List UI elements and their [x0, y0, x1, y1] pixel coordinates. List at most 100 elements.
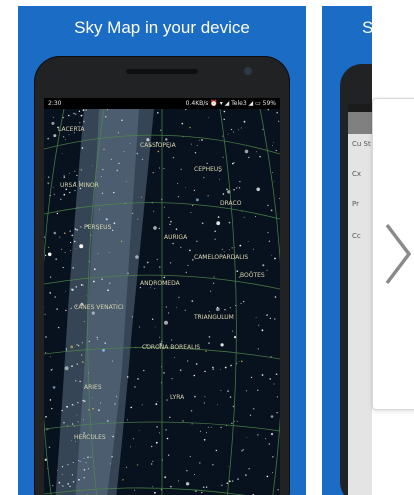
star — [170, 221, 172, 223]
star — [240, 127, 242, 129]
star — [232, 405, 235, 408]
star — [47, 176, 50, 178]
star — [243, 216, 245, 218]
star — [82, 109, 85, 112]
star — [137, 378, 139, 380]
star — [199, 462, 201, 464]
star — [232, 162, 234, 165]
star — [141, 404, 143, 406]
star — [80, 284, 83, 286]
screenshot-caption: Sky Map in your device — [74, 18, 250, 37]
star — [47, 252, 52, 257]
star — [220, 426, 222, 428]
star — [77, 421, 79, 423]
star — [82, 399, 84, 402]
star — [172, 242, 174, 245]
star — [233, 189, 235, 191]
star — [199, 430, 201, 432]
star — [174, 357, 175, 358]
star — [256, 187, 260, 192]
star — [242, 300, 245, 303]
star — [49, 292, 51, 294]
star — [55, 258, 58, 261]
star — [71, 403, 74, 406]
star — [153, 226, 157, 230]
constellation-label: TRIANGULUM — [193, 314, 234, 321]
sky-map-view[interactable]: LACERTA CASSIOPEIA CEPHEUS URSA MINOR DRACO P… — [44, 109, 280, 495]
star — [261, 329, 264, 332]
star — [202, 486, 205, 489]
star — [186, 470, 188, 472]
screenshot-card-1[interactable]: Sky Map in your device 2:30 0.4KB/s ⏰ ▾ … — [18, 6, 306, 495]
star — [209, 311, 211, 312]
star — [158, 227, 160, 230]
next-screenshot-button[interactable] — [372, 98, 414, 410]
star — [228, 221, 231, 224]
star — [68, 172, 70, 174]
star — [196, 145, 198, 146]
star — [76, 344, 78, 346]
status-time: 2:30 — [48, 100, 62, 107]
star — [116, 396, 118, 398]
star — [50, 356, 52, 358]
star — [169, 262, 172, 264]
star — [91, 311, 95, 315]
star — [185, 482, 190, 486]
star — [194, 152, 197, 154]
star — [53, 134, 57, 138]
star — [77, 401, 79, 404]
star — [72, 267, 74, 269]
star — [85, 462, 87, 464]
star — [140, 196, 143, 198]
chevron-right-icon — [385, 223, 412, 285]
star — [50, 369, 52, 371]
star — [137, 218, 139, 220]
star — [226, 188, 228, 191]
star — [67, 483, 69, 485]
star — [74, 426, 75, 427]
constellation-label: ANDROMEDA — [140, 280, 181, 287]
star — [116, 169, 119, 172]
star — [83, 468, 86, 471]
star — [66, 405, 68, 408]
star — [101, 192, 104, 194]
star — [78, 479, 80, 481]
star — [106, 420, 109, 422]
star — [100, 402, 102, 404]
star — [109, 463, 111, 465]
star — [274, 257, 276, 260]
star — [253, 248, 255, 250]
star — [79, 244, 84, 249]
star — [91, 165, 93, 167]
star — [78, 110, 81, 112]
star — [238, 129, 240, 131]
star — [207, 195, 209, 197]
star — [268, 240, 270, 242]
star — [56, 308, 58, 310]
star — [193, 189, 195, 191]
star — [79, 168, 81, 170]
star — [93, 280, 95, 283]
star — [177, 480, 180, 482]
screenshot-card-2[interactable]: S Cu St Cx Pr Cc — [322, 6, 372, 495]
star — [153, 210, 155, 212]
star — [126, 376, 129, 378]
star — [81, 169, 83, 171]
star — [125, 181, 127, 182]
star — [212, 366, 214, 369]
star — [63, 136, 65, 138]
star — [166, 399, 168, 401]
star — [74, 189, 76, 192]
star — [79, 460, 81, 462]
star — [273, 180, 275, 182]
star — [165, 428, 167, 431]
star — [226, 482, 229, 485]
star — [236, 420, 238, 422]
star — [61, 466, 64, 468]
settings-row: Cu St — [352, 140, 371, 148]
star — [270, 209, 273, 212]
star — [220, 343, 224, 347]
star — [138, 430, 140, 431]
settings-row: Pr — [352, 200, 359, 208]
star — [121, 119, 123, 121]
